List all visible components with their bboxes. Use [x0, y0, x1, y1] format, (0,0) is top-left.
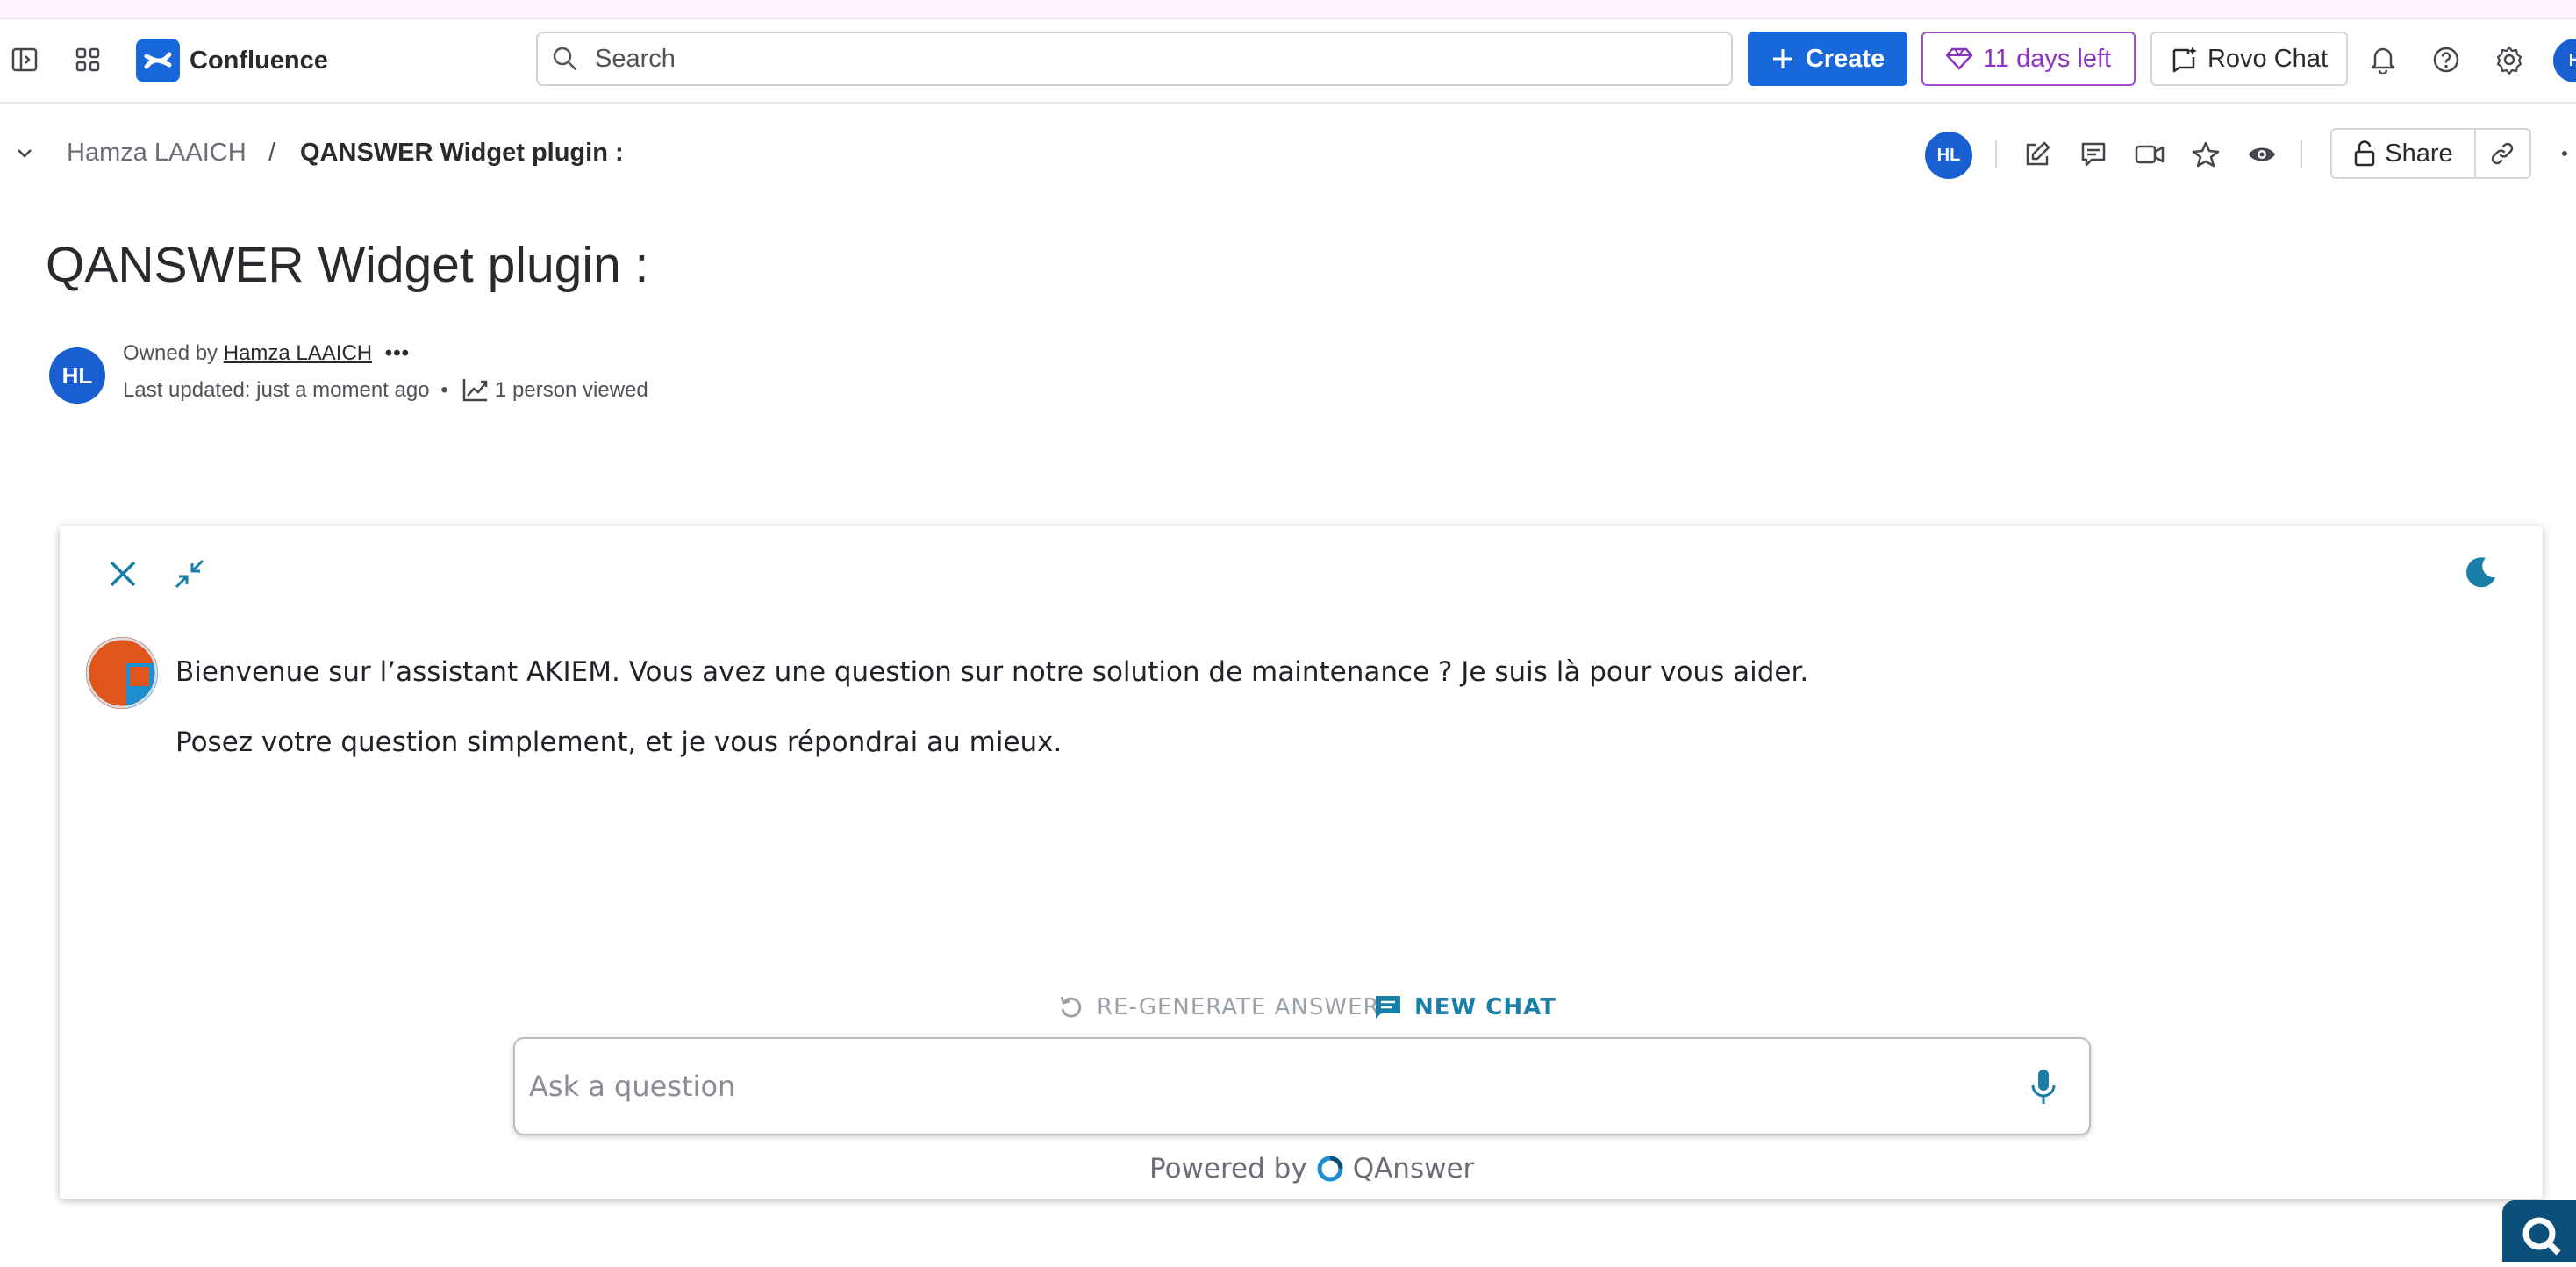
video-camera-icon[interactable] [2132, 137, 2167, 172]
page-views[interactable]: 1 person viewed [495, 378, 648, 402]
regenerate-label: RE-GENERATE ANSWER [1097, 994, 1380, 1020]
breadcrumb-parent[interactable]: Hamza LAAICH [67, 133, 247, 172]
powered-by-label: Powered by [1149, 1153, 1307, 1185]
page-meta-line: Last updated: just a moment ago • 1 pers… [123, 376, 648, 405]
comment-icon[interactable] [2076, 137, 2111, 172]
edit-pencil-icon[interactable] [2020, 137, 2055, 172]
owner-prefix: Owned by [123, 341, 218, 365]
more-actions-icon[interactable] [2562, 151, 2567, 156]
user-avatar-initial: H [2568, 50, 2576, 70]
trial-days-button[interactable]: 11 days left [1921, 32, 2136, 86]
refresh-icon [1060, 996, 1082, 1018]
notifications-bell-icon[interactable] [2365, 42, 2401, 77]
powered-by-footer: Powered by QAnswer [1149, 1149, 1474, 1188]
microphone-icon[interactable] [2026, 1067, 2061, 1107]
star-icon[interactable] [2188, 137, 2223, 172]
regenerate-answer-button[interactable]: RE-GENERATE ANSWER [1058, 991, 1380, 1023]
watch-eye-icon[interactable] [2244, 137, 2279, 172]
powered-by-brand[interactable]: QAnswer [1353, 1149, 1475, 1188]
settings-gear-icon[interactable] [2492, 42, 2527, 77]
chat-launcher-button[interactable] [2502, 1200, 2576, 1262]
analytics-chart-icon[interactable] [462, 377, 489, 402]
owner-more-icon[interactable]: ••• [385, 341, 410, 365]
share-button[interactable]: Share [2330, 128, 2476, 179]
new-chat-button[interactable]: NEW CHAT [1374, 991, 1556, 1023]
minimize-arrows-icon[interactable] [170, 555, 209, 593]
app-switcher-icon[interactable] [70, 42, 105, 77]
search-placeholder: Search [595, 45, 676, 73]
create-button-label: Create [1805, 44, 1885, 73]
divider [2301, 140, 2302, 168]
assistant-message: Bienvenue sur l’assistant AKIEM. Vous av… [175, 656, 1809, 688]
page-title: QANSWER Widget plugin : [46, 237, 649, 293]
rovo-chat-label: Rovo Chat [2207, 44, 2328, 73]
owner-link[interactable]: Hamza LAAICH [224, 341, 372, 365]
meta-bullet: • [440, 378, 448, 402]
rovo-chat-button[interactable]: Rovo Chat [2150, 32, 2348, 86]
owner-line: Owned by Hamza LAAICH ••• [123, 339, 410, 369]
dark-mode-moon-icon[interactable] [2462, 553, 2501, 591]
rovo-chat-icon [2172, 47, 2197, 73]
app-brand-name[interactable]: Confluence [190, 40, 328, 81]
assistant-avatar [86, 637, 158, 709]
owner-avatar[interactable]: HL [49, 347, 105, 404]
gem-icon [1945, 47, 1972, 70]
search-box[interactable]: Search [536, 32, 1733, 86]
copy-link-button[interactable] [2475, 128, 2531, 179]
close-icon[interactable] [104, 555, 142, 593]
qanswer-launcher-icon [2522, 1217, 2561, 1256]
help-icon[interactable] [2429, 42, 2464, 77]
collaborator-avatar[interactable]: HL [1925, 132, 1972, 179]
unlock-icon [2355, 140, 2375, 167]
collaborator-avatar-initials: HL [1936, 145, 1961, 165]
question-input-box[interactable] [513, 1037, 2091, 1135]
create-button[interactable]: Create [1748, 32, 1907, 86]
search-icon [552, 46, 578, 76]
new-chat-label: NEW CHAT [1414, 994, 1556, 1020]
assistant-message: Posez votre question simplement, et je v… [175, 727, 1063, 758]
share-button-label: Share [2385, 139, 2453, 168]
top-strip [0, 0, 2576, 19]
owner-avatar-initials: HL [61, 361, 93, 389]
chevron-down-icon[interactable] [11, 139, 39, 167]
link-icon [2491, 142, 2514, 165]
trial-days-label: 11 days left [1982, 44, 2112, 73]
breadcrumb-separator: / [268, 139, 276, 167]
divider [1995, 140, 1997, 168]
confluence-logo-icon[interactable] [136, 39, 180, 82]
question-input[interactable] [527, 1056, 2005, 1116]
qanswer-logo-icon [1317, 1156, 1343, 1182]
last-updated: Last updated: just a moment ago [123, 378, 430, 402]
plus-icon [1772, 49, 1792, 68]
breadcrumb-current[interactable]: QANSWER Widget plugin : [300, 133, 624, 172]
chat-bubble-icon [1376, 996, 1400, 1019]
sidebar-toggle-icon[interactable] [7, 42, 42, 77]
